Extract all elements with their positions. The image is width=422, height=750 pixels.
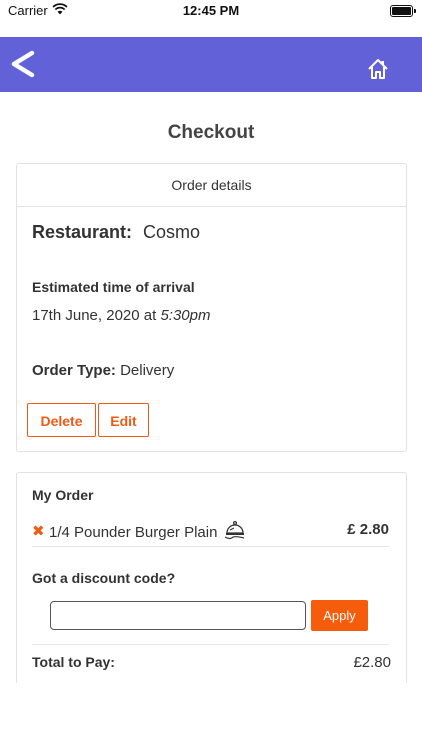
eta-label: Estimated time of arrival (32, 279, 195, 295)
back-chevron-icon (11, 50, 35, 78)
page-title: Checkout (167, 122, 255, 143)
total-label: Total to Pay: (32, 654, 115, 670)
restaurant-label: Restaurant: (32, 222, 133, 242)
item-price: £ 2.80 (347, 521, 389, 538)
nav-bar (0, 37, 422, 92)
order-type-label: Order Type: (32, 362, 116, 379)
order-details-card: Order details Restaurant: Cosmo Estimate… (16, 163, 407, 452)
remove-x-icon[interactable]: ✖ (32, 522, 45, 540)
total-value: £2.80 (353, 654, 391, 671)
order-type-value: Delivery (120, 362, 175, 379)
discount-code-input[interactable] (50, 601, 306, 630)
total-divider (32, 644, 389, 645)
eta-time: 5:30pm (160, 307, 211, 324)
order-type-row: Order Type: Delivery (32, 362, 174, 379)
eta-value: 17th June, 2020 at 5:30pm (32, 307, 211, 324)
item-name: 1/4 Pounder Burger Plain (49, 524, 218, 541)
cloche-icon (224, 519, 246, 541)
order-item-row: ✖ 1/4 Pounder Burger Plain £ 2.80 (32, 519, 389, 547)
battery-icon (390, 5, 416, 17)
restaurant-row: Restaurant: Cosmo (32, 222, 200, 243)
restaurant-name: Cosmo (143, 222, 201, 242)
clock: 12:45 PM (182, 3, 240, 18)
home-button[interactable] (366, 57, 390, 81)
home-icon (368, 59, 388, 79)
my-order-title: My Order (32, 487, 94, 503)
apply-button[interactable]: Apply (311, 600, 368, 631)
my-order-card: My Order ✖ 1/4 Pounder Burger Plain £ 2.… (16, 472, 407, 683)
edit-button[interactable]: Edit (98, 403, 149, 437)
delete-button[interactable]: Delete (27, 403, 96, 437)
back-button[interactable] (8, 48, 38, 80)
eta-date: 17th June, 2020 at (32, 307, 157, 324)
discount-label: Got a discount code? (32, 570, 176, 586)
status-bar: Carrier 12:45 PM (0, 0, 422, 22)
order-details-header: Order details (17, 164, 406, 207)
